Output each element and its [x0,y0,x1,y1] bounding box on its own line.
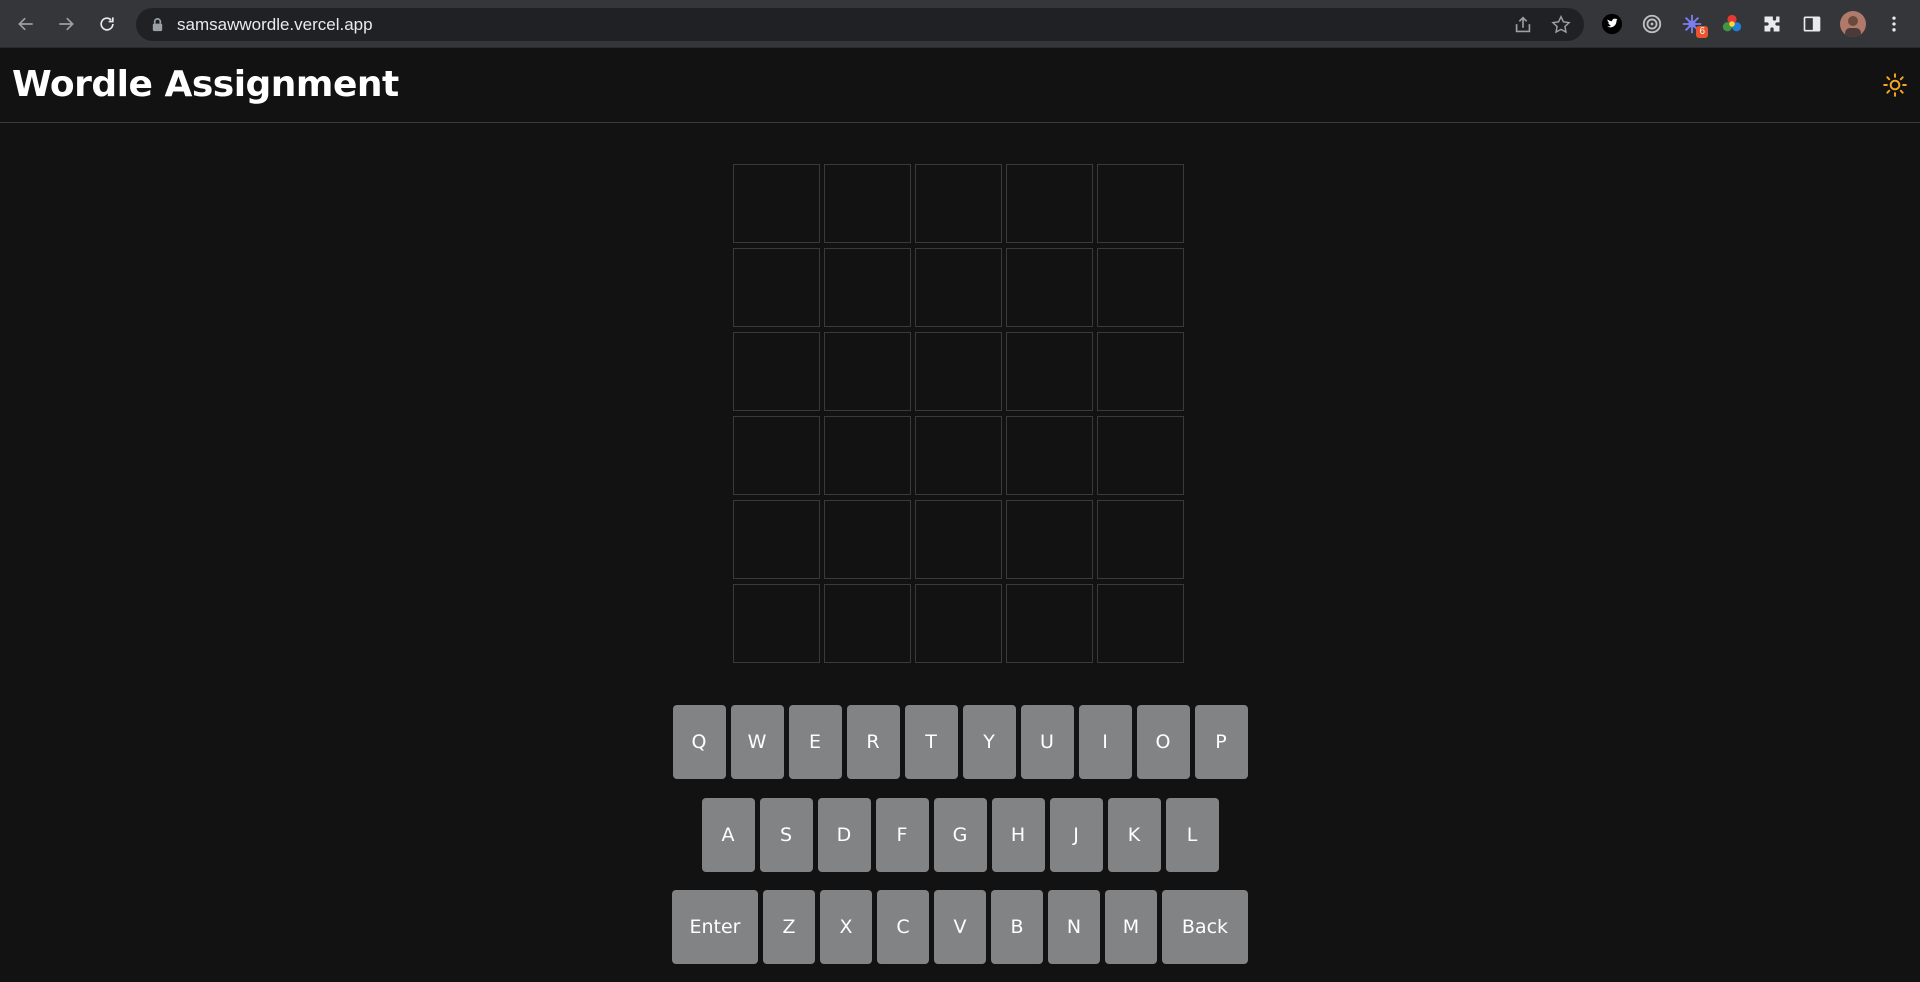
twitter-extension-icon[interactable] [1600,12,1624,36]
color-wheel-extension-icon[interactable] [1720,12,1744,36]
key-f[interactable]: F [875,798,929,872]
key-v[interactable]: V [934,890,986,964]
keyboard-row-3: Enter Z X C V B N M Back [0,890,1920,964]
key-enter-button[interactable]: Enter [672,890,758,964]
page-title: Wordle Assignment [12,64,399,105]
key-a[interactable]: A [701,798,755,872]
reload-icon [100,17,114,31]
board-tile [1097,416,1184,495]
arrow-left-icon [18,17,33,31]
board-tile [915,332,1002,411]
board-tile [915,584,1002,663]
board-tile [824,248,911,327]
key-p[interactable]: P [1194,705,1248,779]
game-board [733,164,1184,663]
target-extension-icon[interactable] [1640,12,1664,36]
browser-toolbar: samsawwordle.vercel.app 6 [0,0,1920,48]
reload-button[interactable] [91,9,123,39]
key-o[interactable]: O [1136,705,1190,779]
board-tile [733,584,820,663]
board-tile [824,164,911,243]
key-u[interactable]: U [1020,705,1074,779]
keyboard-row-2: ASDFGHJKL [0,798,1920,872]
share-icon[interactable] [1512,14,1534,36]
address-bar[interactable]: samsawwordle.vercel.app [136,8,1584,41]
board-tile [1097,500,1184,579]
board-tile [1097,248,1184,327]
board-tile [1006,164,1093,243]
back-button[interactable] [10,9,42,39]
board-tile [733,416,820,495]
key-b[interactable]: B [991,890,1043,964]
board-tile [733,248,820,327]
key-back-button[interactable]: Back [1162,890,1248,964]
board-tile [824,416,911,495]
key-t[interactable]: T [904,705,958,779]
key-j[interactable]: J [1049,798,1103,872]
keyboard-row-1: QWERTYUIOP [0,705,1920,779]
board-tile [1097,164,1184,243]
board-tile [915,500,1002,579]
sun-icon [1883,73,1907,97]
board-tile [915,416,1002,495]
extension-badge: 6 [1696,26,1708,38]
key-c[interactable]: C [877,890,929,964]
key-n[interactable]: N [1048,890,1100,964]
board-tile [1006,332,1093,411]
url-text: samsawwordle.vercel.app [177,15,373,34]
board-tile [824,584,911,663]
board-tile [824,500,911,579]
flower-extension-icon[interactable]: 6 [1680,12,1708,38]
board-tile [915,248,1002,327]
app-header: Wordle Assignment [0,48,1920,123]
key-g[interactable]: G [933,798,987,872]
lock-icon [152,18,163,32]
key-h[interactable]: H [991,798,1045,872]
key-w[interactable]: W [730,705,784,779]
board-tile [1097,584,1184,663]
key-r[interactable]: R [846,705,900,779]
more-vertical-icon [1892,16,1896,32]
key-e[interactable]: E [788,705,842,779]
board-tile [733,332,820,411]
key-i[interactable]: I [1078,705,1132,779]
board-tile [1006,500,1093,579]
board-tile [733,500,820,579]
theme-toggle-button[interactable] [1880,70,1910,100]
side-panel-icon[interactable] [1800,12,1824,36]
arrow-right-icon [59,17,74,31]
board-tile [1006,584,1093,663]
key-d[interactable]: D [817,798,871,872]
board-tile [915,164,1002,243]
board-tile [733,164,820,243]
key-y[interactable]: Y [962,705,1016,779]
board-tile [1097,332,1184,411]
key-l[interactable]: L [1165,798,1219,872]
key-m[interactable]: M [1105,890,1157,964]
board-tile [824,332,911,411]
key-z[interactable]: Z [763,890,815,964]
profile-avatar[interactable] [1840,11,1866,37]
board-tile [1006,416,1093,495]
browser-menu-button[interactable] [1882,12,1906,36]
key-x[interactable]: X [820,890,872,964]
key-k[interactable]: K [1107,798,1161,872]
key-q[interactable]: Q [672,705,726,779]
bookmark-star-icon[interactable] [1550,14,1572,36]
board-tile [1006,248,1093,327]
puzzle-extensions-icon[interactable] [1760,12,1784,36]
key-s[interactable]: S [759,798,813,872]
forward-button[interactable] [50,9,82,39]
